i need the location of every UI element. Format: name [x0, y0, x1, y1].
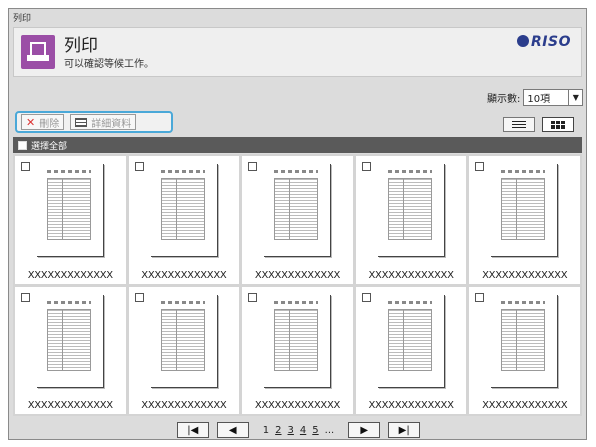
job-name: XXXXXXXXXXXXX: [368, 269, 454, 281]
prev-page-button[interactable]: ◀: [216, 422, 249, 438]
view-toggle: [503, 117, 574, 132]
page-ellipsis: ...: [324, 424, 335, 436]
page-header: 列印 可以確認等候工作。 RISO: [13, 27, 582, 77]
job-name: XXXXXXXXXXXXX: [27, 400, 113, 411]
job-thumbnail: [37, 164, 104, 257]
details-label: 詳細資料: [91, 118, 132, 130]
page-link-2[interactable]: 2: [275, 425, 281, 436]
thumbnail-view-button[interactable]: [542, 117, 574, 132]
job-card[interactable]: XXXXXXXXXXXXX: [242, 156, 353, 284]
pagination: |◀ ◀ 1 2 3 4 5 ... ▶ ▶|: [9, 421, 586, 439]
job-card[interactable]: XXXXXXXXXXXXX: [15, 286, 126, 414]
job-thumbnail: [377, 294, 445, 388]
job-thumbnail: [491, 164, 559, 257]
job-card[interactable]: XXXXXXXXXXXXX: [355, 156, 467, 284]
page-link-5[interactable]: 5: [312, 425, 318, 436]
job-checkbox[interactable]: [475, 162, 485, 171]
select-all-label: 選擇全部: [31, 141, 68, 152]
display-count-value: 10項: [527, 93, 551, 105]
job-checkbox[interactable]: [134, 162, 144, 171]
delete-label: 刪除: [39, 118, 60, 130]
display-count-select[interactable]: 10項 ▼: [523, 88, 584, 106]
page-link-1[interactable]: 1: [263, 425, 269, 436]
job-name: XXXXXXXXXXXXX: [482, 400, 568, 411]
window-title: 列印: [13, 14, 32, 24]
delete-button[interactable]: ✕ 刪除: [21, 114, 65, 130]
riso-logo: RISO: [517, 34, 571, 50]
job-checkbox[interactable]: [475, 292, 485, 302]
select-all-bar[interactable]: 選擇全部: [13, 137, 582, 153]
job-checkbox[interactable]: [361, 162, 371, 171]
page-subtitle: 可以確認等候工作。: [64, 59, 154, 70]
job-thumbnail: [264, 294, 332, 388]
job-checkbox[interactable]: [134, 292, 144, 302]
prev-page-icon: ◀: [228, 424, 237, 436]
job-checkbox[interactable]: [21, 162, 30, 171]
job-name: XXXXXXXXXXXXX: [141, 400, 227, 411]
job-name: XXXXXXXXXXXXX: [254, 269, 341, 281]
job-name: XXXXXXXXXXXXX: [482, 269, 568, 281]
display-count: 顯示數: 10項 ▼: [487, 88, 584, 106]
job-card[interactable]: XXXXXXXXXXXXX: [355, 286, 467, 414]
list-view-icon: [512, 120, 526, 129]
first-page-icon: |◀: [187, 424, 199, 436]
job-checkbox[interactable]: [21, 292, 30, 302]
job-thumbnail: [377, 164, 445, 257]
page-title: 列印: [64, 36, 98, 56]
job-thumbnail: [150, 294, 218, 388]
delete-x-icon: ✕: [26, 115, 36, 129]
last-page-icon: ▶|: [398, 424, 410, 436]
job-thumbnail: [264, 164, 332, 257]
select-all-checkbox[interactable]: [18, 140, 27, 150]
details-button[interactable]: 詳細資料: [70, 114, 137, 130]
next-page-button[interactable]: ▶: [348, 422, 381, 438]
print-window: 列印 列印 可以確認等候工作。 RISO 顯示數: 10項 ▼ ✕ 刪除 詳細資…: [8, 8, 587, 440]
job-checkbox[interactable]: [361, 292, 371, 302]
first-page-button[interactable]: |◀: [176, 422, 209, 438]
job-card[interactable]: XXXXXXXXXXXXX: [128, 156, 240, 284]
list-view-button[interactable]: [503, 117, 535, 132]
page-link-3[interactable]: 3: [288, 425, 294, 436]
job-name: XXXXXXXXXXXXX: [27, 269, 113, 281]
display-count-label: 顯示數:: [487, 93, 521, 105]
printer-icon: [21, 35, 55, 69]
job-card[interactable]: XXXXXXXXXXXXX: [15, 156, 126, 284]
chevron-down-icon: ▼: [568, 89, 582, 105]
page-numbers: 1 2 3 4 5 ...: [263, 425, 334, 436]
job-name: XXXXXXXXXXXXX: [254, 400, 341, 411]
job-card[interactable]: XXXXXXXXXXXXX: [128, 286, 240, 414]
job-checkbox[interactable]: [248, 292, 258, 302]
details-list-icon: [75, 117, 88, 127]
job-name: XXXXXXXXXXXXX: [368, 400, 454, 411]
grid-view-icon: [551, 120, 565, 129]
job-toolbar: ✕ 刪除 詳細資料: [15, 111, 173, 133]
job-card[interactable]: XXXXXXXXXXXXX: [469, 286, 580, 414]
job-name: XXXXXXXXXXXXX: [141, 269, 227, 281]
job-card[interactable]: XXXXXXXXXXXXX: [242, 286, 353, 414]
job-thumbnail: [491, 294, 559, 388]
next-page-icon: ▶: [360, 424, 369, 436]
page-link-4[interactable]: 4: [300, 425, 306, 436]
job-thumbnail: [37, 294, 104, 388]
job-grid: XXXXXXXXXXXXX XXXXXXXXXXXXX XXXXXXXXXXXX…: [13, 154, 582, 416]
job-thumbnail: [150, 164, 218, 257]
job-checkbox[interactable]: [248, 162, 258, 171]
job-card[interactable]: XXXXXXXXXXXXX: [469, 156, 580, 284]
last-page-button[interactable]: ▶|: [388, 422, 421, 438]
